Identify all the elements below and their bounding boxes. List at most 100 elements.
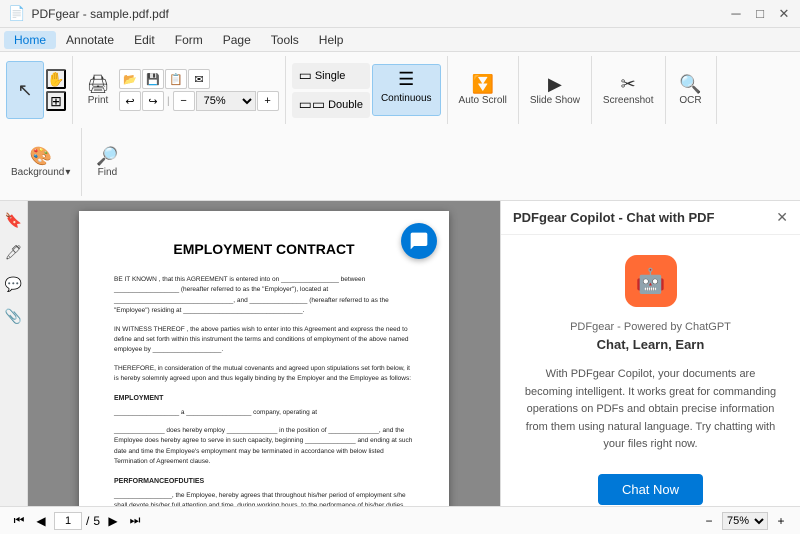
background-label: Background ▾	[11, 167, 70, 178]
save-button[interactable]: 💾	[142, 69, 164, 89]
ocr-button[interactable]: 🔍 OCR	[672, 61, 710, 119]
autoscroll-icon: ⏬	[472, 75, 494, 93]
menu-page[interactable]: Page	[213, 31, 261, 49]
bottom-right: − 75%50%100% +	[700, 512, 790, 530]
double-label: Double	[328, 99, 363, 111]
slideshow-icon: ▶	[548, 75, 562, 93]
double-view-button[interactable]: ▭▭ Double	[292, 92, 370, 118]
pdf-viewer[interactable]: EMPLOYMENT CONTRACT BE IT KNOWN , that t…	[28, 201, 500, 506]
menu-tools[interactable]: Tools	[261, 31, 309, 49]
close-button[interactable]: ✕	[776, 6, 792, 22]
single-label: Single	[315, 70, 346, 82]
pdf-para1: BE IT KNOWN , that this AGREEMENT is ent…	[114, 275, 414, 317]
toolbar-ocr-group: 🔍 OCR	[672, 56, 717, 124]
pdf-section-employment: EMPLOYMENT	[114, 393, 414, 404]
zoom-in-button[interactable]: +	[257, 91, 279, 111]
open-button[interactable]: 📂	[119, 69, 141, 89]
app-icon: 📄	[8, 5, 25, 22]
background-icon: 🎨	[29, 147, 51, 165]
pdf-title: EMPLOYMENT CONTRACT	[114, 241, 414, 257]
print-button[interactable]: 🖨 Print	[79, 61, 117, 119]
pdf-para2: IN WITNESS THEREOF , the above parties w…	[114, 325, 414, 356]
toolbar-find-group: 🔎 Find	[88, 128, 132, 196]
next-page-button[interactable]: ▶	[104, 512, 122, 530]
menu-form[interactable]: Form	[165, 31, 213, 49]
copilot-brand: PDFgear - Powered by ChatGPT	[570, 321, 731, 333]
current-page-input[interactable]	[54, 512, 82, 530]
ocr-icon: 🔍	[679, 75, 701, 93]
print-label: Print	[88, 95, 109, 106]
menu-annotate[interactable]: Annotate	[56, 31, 124, 49]
select-tool-button[interactable]: ↖	[6, 61, 44, 119]
continuous-icon: ☰	[398, 69, 414, 90]
zoom-bottom-select[interactable]: 75%50%100%	[722, 512, 768, 530]
prev-page-button[interactable]: ◀	[32, 512, 50, 530]
toolbar-background-group: 🎨 Background ▾	[6, 128, 82, 196]
slideshow-button[interactable]: ▶ Slide Show	[525, 61, 585, 119]
pdf-body: BE IT KNOWN , that this AGREEMENT is ent…	[114, 275, 414, 506]
redo-button[interactable]: ↪	[142, 91, 164, 111]
chat-now-button[interactable]: Chat Now	[598, 474, 703, 505]
single-view-button[interactable]: ▭ Single	[292, 63, 370, 89]
maximize-button[interactable]: □	[752, 6, 768, 22]
hand-tool-button[interactable]: ✋	[46, 69, 66, 89]
autoscroll-button[interactable]: ⏬ Auto Scroll	[454, 61, 512, 119]
menu-edit[interactable]: Edit	[124, 31, 165, 49]
copilot-close-button[interactable]: ✕	[776, 209, 788, 226]
email-button[interactable]: ✉	[188, 69, 210, 89]
background-button[interactable]: 🎨 Background ▾	[6, 133, 75, 191]
continuous-view-button[interactable]: ☰ Continuous	[372, 64, 441, 116]
sidebar-annotation-icon[interactable]: 🖊	[3, 241, 25, 263]
menu-help[interactable]: Help	[309, 31, 354, 49]
toolbar-view-group: ▭ Single ▭▭ Double ☰ Continuous	[292, 56, 448, 124]
single-icon: ▭	[299, 67, 312, 84]
menu-bar: Home Annotate Edit Form Page Tools Help	[0, 28, 800, 52]
marquee-tool-button[interactable]: ⊞	[46, 91, 66, 111]
copilot-description: With PDFgear Copilot, your documents are…	[521, 366, 780, 454]
toolbar-hand-group: ✋ ⊞	[46, 69, 66, 111]
copilot-logo: 🤖	[625, 255, 677, 307]
screenshot-button[interactable]: ✂ Screenshot	[598, 61, 659, 119]
toolbar: ↖ ✋ ⊞ 🖨 Print 📂 💾 📋 ✉ ↩ ↪ | −	[0, 52, 800, 201]
pdf-section-performance: PERFORMANCEOFDUTIES	[114, 476, 414, 487]
menu-home[interactable]: Home	[4, 31, 56, 49]
toolbar-scroll-group: ⏬ Auto Scroll	[454, 56, 519, 124]
screenshot-label: Screenshot	[603, 95, 654, 106]
sidebar-attachment-icon[interactable]: 📎	[3, 305, 25, 327]
zoom-in-bottom-button[interactable]: +	[772, 512, 790, 530]
zoom-select[interactable]: 75%50%100%125%	[196, 91, 256, 111]
copilot-header: PDFgear Copilot - Chat with PDF ✕	[501, 201, 800, 235]
sidebar-bookmark-icon[interactable]: 🔖	[3, 209, 25, 231]
bottom-bar: ⏮ ◀ / 5 ▶ ⏭ − 75%50%100% +	[0, 506, 800, 534]
slideshow-label: Slide Show	[530, 95, 580, 106]
title-bar-controls: ─ □ ✕	[728, 6, 792, 22]
view-mode-buttons: ▭ Single ▭▭ Double	[292, 63, 370, 118]
ocr-label: OCR	[679, 95, 701, 106]
undo-button[interactable]: ↩	[119, 91, 141, 111]
cursor-icon: ↖	[17, 81, 32, 99]
copilot-logo-icon: 🤖	[636, 267, 666, 296]
separator: |	[165, 96, 172, 107]
title-bar: 📄 PDFgear - sample.pdf.pdf ─ □ ✕	[0, 0, 800, 28]
background-dropdown-icon: ▾	[65, 167, 70, 178]
title-bar-left: 📄 PDFgear - sample.pdf.pdf	[8, 5, 169, 22]
zoom-out-button[interactable]: −	[173, 91, 195, 111]
minimize-button[interactable]: ─	[728, 6, 744, 22]
find-button[interactable]: 🔎 Find	[88, 133, 126, 191]
copilot-body: 🤖 PDFgear - Powered by ChatGPT Chat, Lea…	[501, 235, 800, 506]
total-pages: 5	[93, 514, 100, 528]
toolbar-icons-col: 📂 💾 📋 ✉ ↩ ↪ | − 75%50%100%125% +	[119, 69, 279, 111]
print-icon: 🖨	[87, 75, 110, 93]
continuous-label: Continuous	[381, 93, 432, 104]
last-page-button[interactable]: ⏭	[126, 512, 144, 530]
first-page-button[interactable]: ⏮	[10, 512, 28, 530]
zoom-out-bottom-button[interactable]: −	[700, 512, 718, 530]
save-as-button[interactable]: 📋	[165, 69, 187, 89]
copilot-title: PDFgear Copilot - Chat with PDF	[513, 210, 715, 225]
main-content: 🔖 🖊 💬 📎 EMPLOYMENT CONTRACT BE IT KNOWN …	[0, 201, 800, 506]
copilot-panel: PDFgear Copilot - Chat with PDF ✕ 🤖 PDFg…	[500, 201, 800, 506]
sidebar-comment-icon[interactable]: 💬	[3, 273, 25, 295]
chat-fab-button[interactable]	[401, 223, 437, 259]
toolbar-icons-row1: 📂 💾 📋 ✉	[119, 69, 279, 89]
left-sidebar: 🔖 🖊 💬 📎	[0, 201, 28, 506]
